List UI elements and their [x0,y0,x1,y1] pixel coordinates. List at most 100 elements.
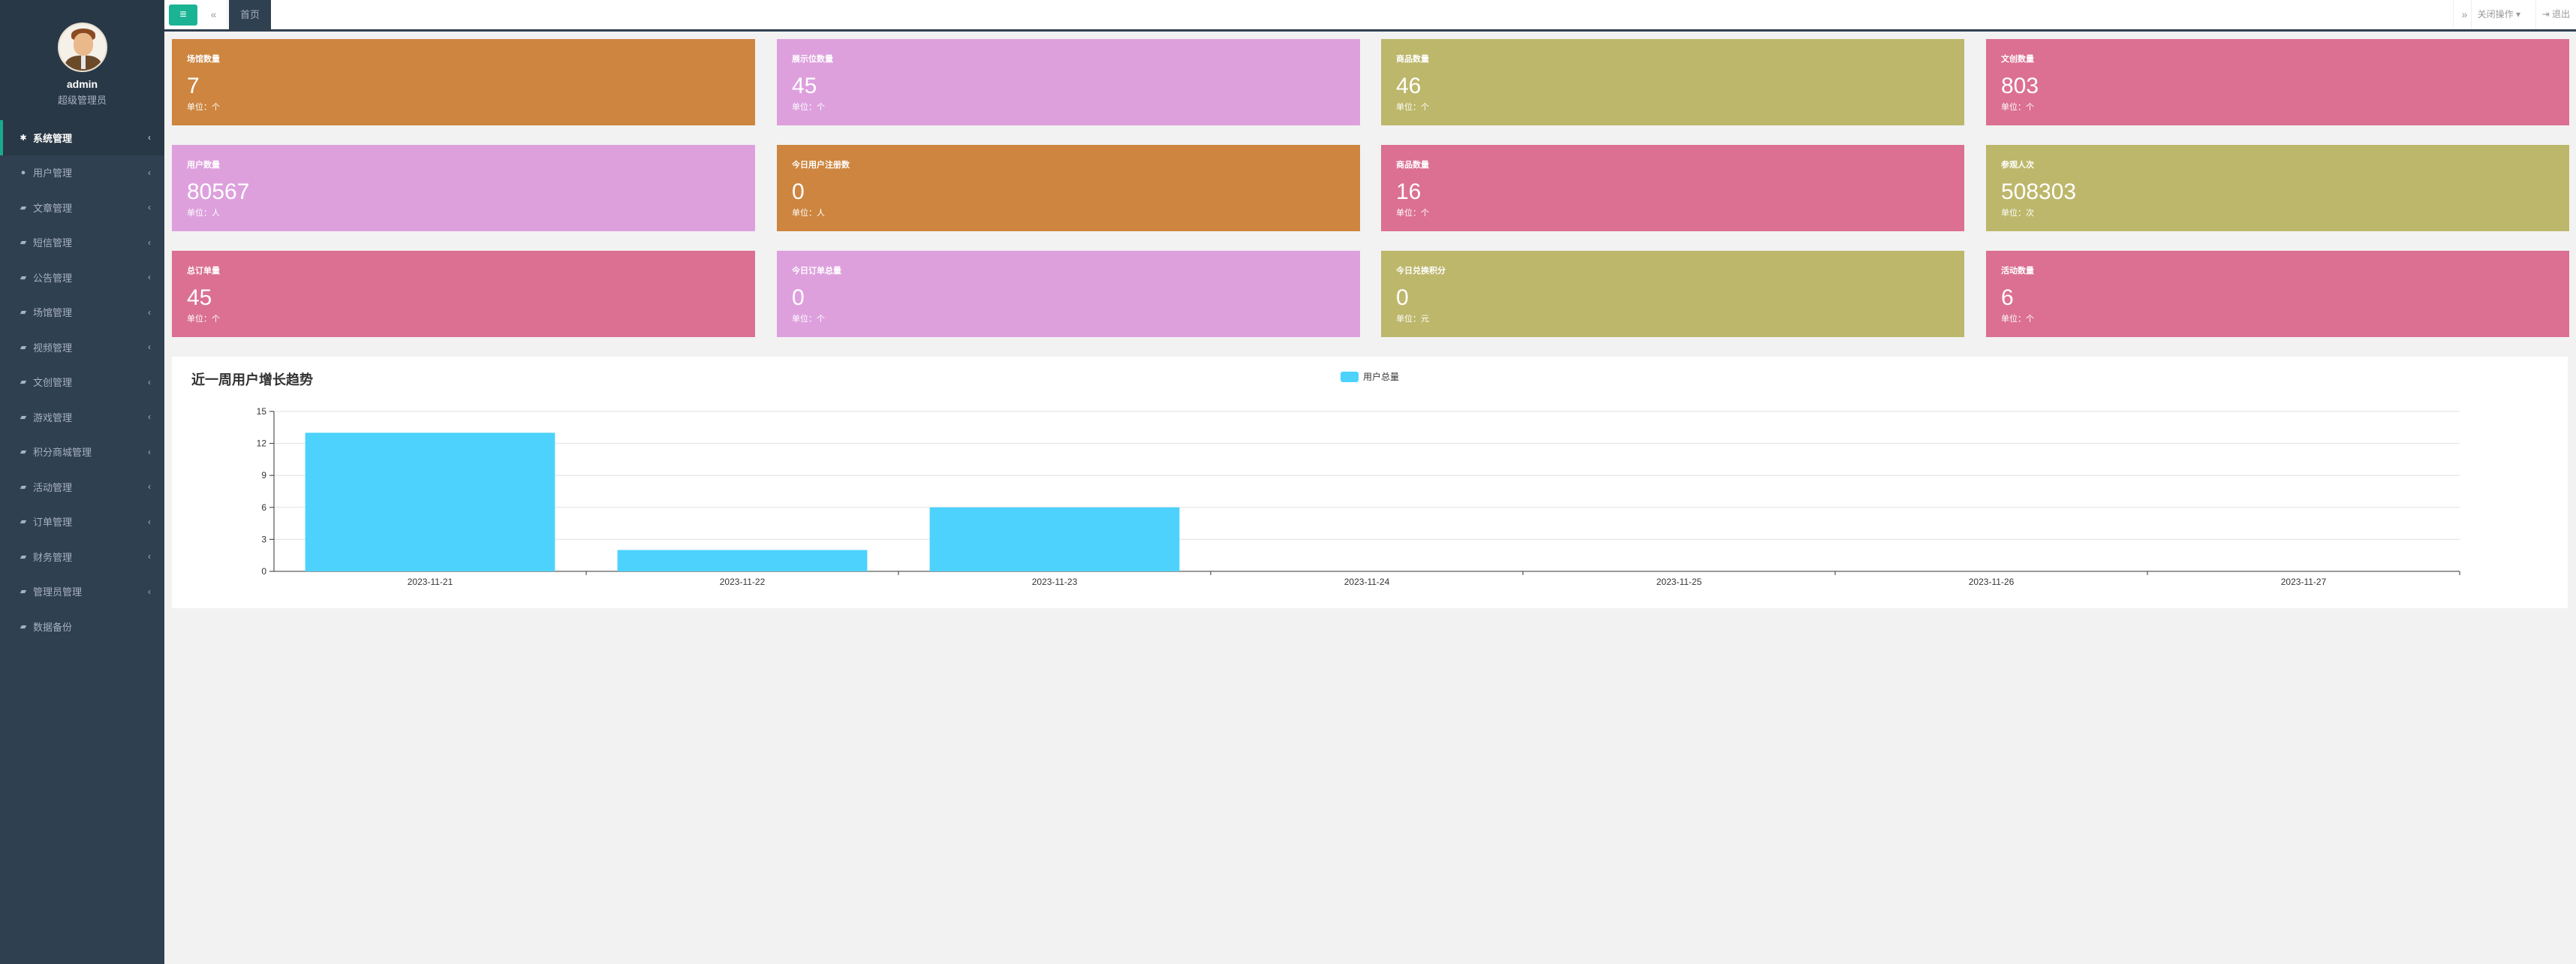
sidebar-item-system[interactable]: ✱ 系统管理 ‹ [0,120,164,155]
chevron-left-icon: ‹ [148,446,151,457]
card-unit: 单位：个 [792,315,825,324]
stat-card-today-orders: 今日订单总量 0 单位：个 [777,251,1360,337]
card-title: 商品数量 [1396,55,1429,64]
card-value: 508303 [2001,179,2077,204]
card-title: 今日兑换积分 [1396,267,1446,276]
sidebar-item-finance[interactable]: ▰ 财务管理 ‹ [0,539,164,574]
sidebar-item-label: 游戏管理 [33,411,73,423]
card-title: 商品数量 [1396,161,1429,170]
double-chevron-left-icon: « [210,8,217,20]
x-tick-label: 2023-11-27 [2281,577,2327,587]
sidebar-item-label: 系统管理 [33,132,73,144]
stat-card-products-2: 商品数量 16 单位：个 [1381,145,1964,231]
user-growth-chart-panel: 近一周用户增长趋势 用户总量 0 3 6 9 12 15 2023-11-21 2023-11… [172,357,2568,608]
sidebar-item-sms[interactable]: ▰ 短信管理 ‹ [0,225,164,261]
sidebar-item-label: 视频管理 [33,342,73,354]
card-unit: 单位：个 [1396,209,1429,218]
sidebar-item-activities[interactable]: ▰ 活动管理 ‹ [0,469,164,505]
close-ops-label: 关闭操作 [2477,9,2514,20]
sidebar-item-creative[interactable]: ▰ 文创管理 ‹ [0,365,164,400]
folder-icon: ▰ [20,273,27,282]
stat-card-display-slots: 展示位数量 45 单位：个 [777,39,1360,125]
chevron-left-icon: ‹ [148,272,151,283]
tab-scroll-left-button[interactable]: « [200,0,227,29]
chevron-left-icon: ‹ [148,342,151,353]
stat-card-products: 商品数量 46 单位：个 [1381,39,1964,125]
card-value: 45 [792,74,817,98]
profile-name[interactable]: admin [0,78,164,90]
folder-icon: ▰ [20,552,27,562]
sidebar-item-videos[interactable]: ▰ 视频管理 ‹ [0,330,164,365]
sidebar-item-label: 积分商城管理 [33,447,92,459]
card-unit: 单位：元 [1396,315,1429,324]
folder-icon: ▰ [20,378,27,387]
stat-card-total-orders: 总订单量 45 单位：个 [172,251,755,337]
avatar[interactable] [57,23,107,72]
card-value: 46 [1396,74,1422,98]
sidebar-item-label: 财务管理 [33,551,73,563]
bar[interactable] [305,432,555,571]
stat-card-visits: 参观人次 508303 单位：次 [1986,145,2569,231]
sidebar-item-label: 场馆管理 [33,307,73,319]
bar[interactable] [929,507,1180,571]
sidebar-item-orders[interactable]: ▰ 订单管理 ‹ [0,505,164,540]
tab-home[interactable]: 首页 [229,0,271,29]
card-unit: 单位：个 [187,315,220,324]
chevron-left-icon: ‹ [148,132,151,143]
sidebar-item-label: 活动管理 [33,481,73,493]
sidebar-item-label: 管理员管理 [33,586,83,598]
folder-icon: ▰ [20,517,27,527]
x-tick-label: 2023-11-24 [1344,577,1390,587]
y-tick-label: 6 [261,502,266,513]
sidebar-item-articles[interactable]: ▰ 文章管理 ‹ [0,190,164,225]
menu-toggle-button[interactable]: ≡ [169,5,197,26]
chevron-left-icon: ‹ [148,481,151,493]
y-tick-label: 0 [261,566,266,577]
y-tick-label: 15 [257,406,267,417]
card-unit: 单位：人 [792,209,825,218]
y-tick-label: 12 [257,438,267,449]
card-value: 803 [2001,74,2039,98]
sidebar-item-admins[interactable]: ▰ 管理员管理 ‹ [0,574,164,610]
card-unit: 单位：个 [1396,103,1429,112]
stat-card-today-points: 今日兑换积分 0 单位：元 [1381,251,1964,337]
double-chevron-right-icon: » [2461,8,2468,20]
card-title: 总订单量 [187,267,220,276]
folder-icon: ▰ [20,587,27,597]
card-title: 场馆数量 [187,55,220,64]
card-unit: 单位：个 [792,103,825,112]
card-value: 45 [187,285,212,310]
card-title: 今日用户注册数 [792,161,850,170]
caret-down-icon: ▾ [2515,9,2520,20]
folder-icon: ▰ [20,482,27,492]
chevron-left-icon: ‹ [148,586,151,597]
card-value: 0 [792,285,805,310]
sidebar-item-notices[interactable]: ▰ 公告管理 ‹ [0,260,164,295]
sidebar-item-backup[interactable]: ▰ 数据备份 [0,609,164,644]
stat-card-users: 用户数量 80567 单位：人 [172,145,755,231]
sidebar: admin 超级管理员 ✱ 系统管理 ‹ ● 用户管理 ‹ ▰ 文章管理 ‹ ▰ 短信管理 ‹ … [0,0,164,964]
sidebar-item-users[interactable]: ● 用户管理 ‹ [0,155,164,191]
sidebar-item-points-mall[interactable]: ▰ 积分商城管理 ‹ [0,435,164,470]
x-tick-label: 2023-11-26 [1969,577,2015,587]
sidebar-item-label: 短信管理 [33,237,73,249]
y-tick-label: 9 [261,470,266,480]
logout-label: 退出 [2551,9,2570,20]
bar-chart: 0 3 6 9 12 15 2023-11-21 2023-11-22 2023-11-23 20… [257,406,2460,587]
card-value: 7 [187,74,200,98]
bar[interactable] [617,550,868,571]
folder-icon: ▰ [20,203,27,212]
card-unit: 单位：人 [187,209,220,218]
x-tick-label: 2023-11-23 [1032,577,1078,587]
sidebar-item-games[interactable]: ▰ 游戏管理 ‹ [0,399,164,435]
sidebar-item-label: 用户管理 [33,167,73,179]
card-title: 文创数量 [2001,55,2034,64]
card-title: 展示位数量 [792,55,833,64]
chevron-left-icon: ‹ [148,306,151,318]
top-bar: ≡ « 首页 » 关闭操作 ▾ ⇥ 退出 [164,0,2576,32]
logout-button[interactable]: ⇥ 退出 [2535,0,2570,29]
sidebar-item-venues[interactable]: ▰ 场馆管理 ‹ [0,295,164,330]
close-ops-dropdown[interactable]: 关闭操作 ▾ [2470,0,2526,29]
card-unit: 单位：个 [187,103,220,112]
chevron-left-icon: ‹ [148,551,151,562]
